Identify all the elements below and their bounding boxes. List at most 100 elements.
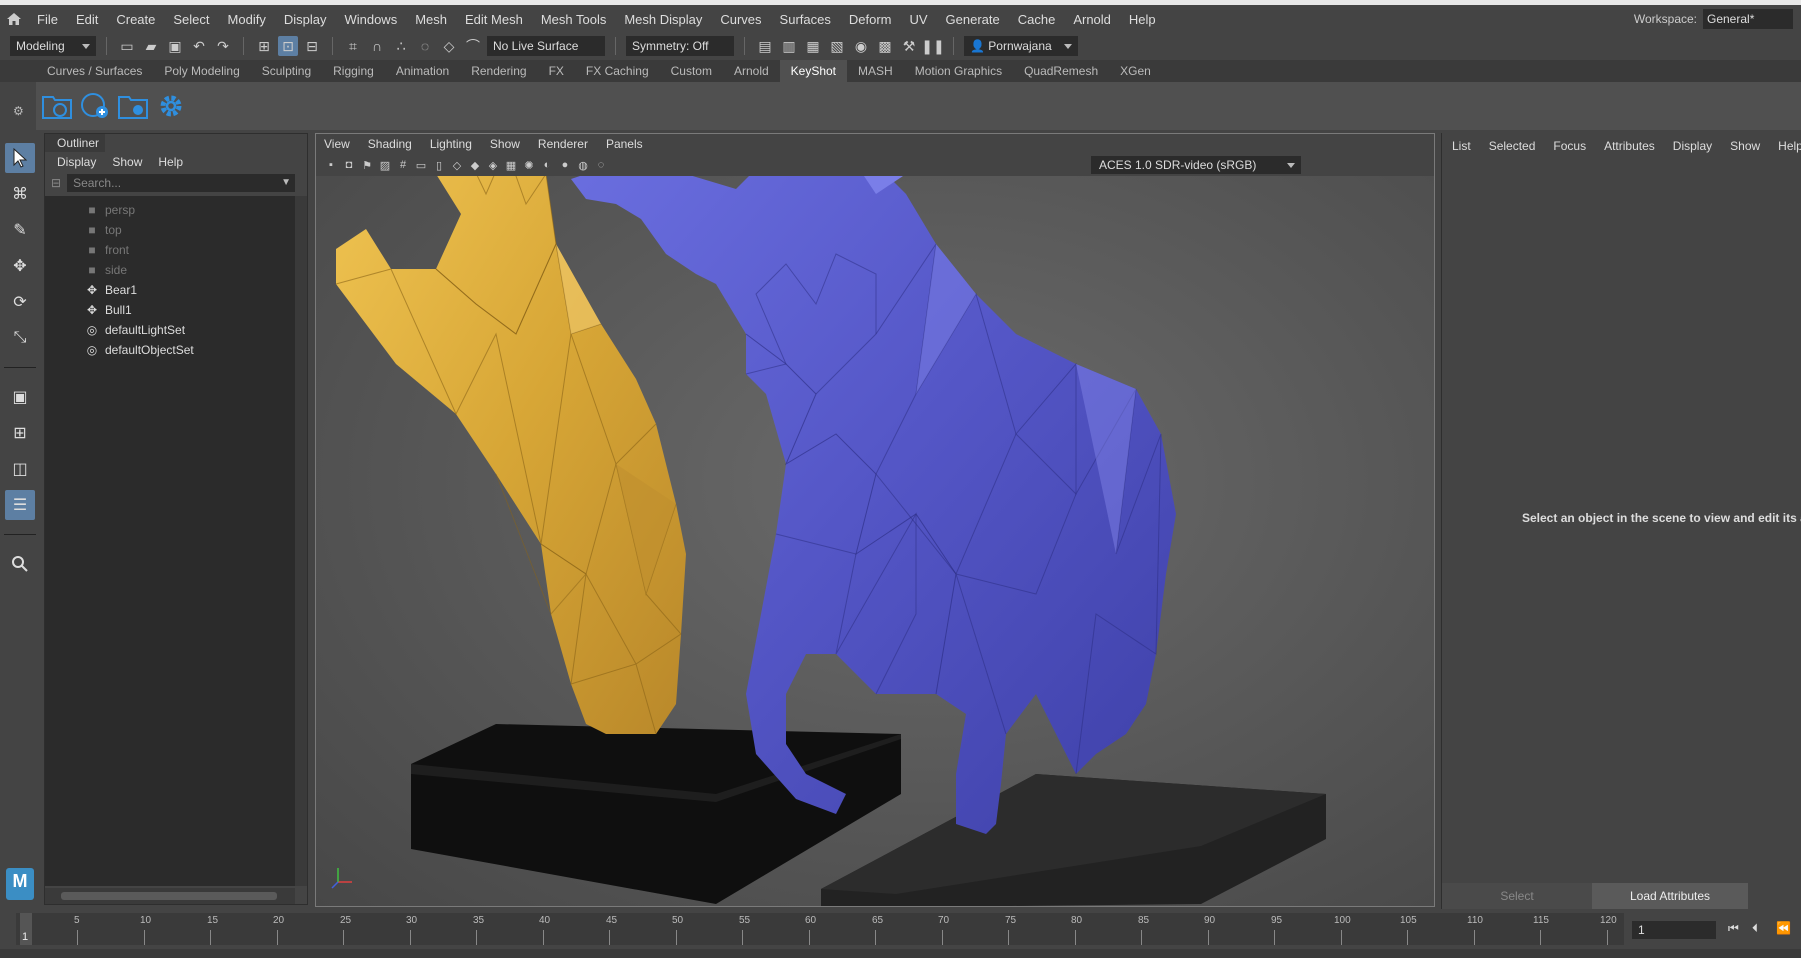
outliner-menu-show[interactable]: Show [112, 155, 142, 169]
menu-uv[interactable]: UV [900, 12, 936, 27]
shelf-tab-curves-surfaces[interactable]: Curves / Surfaces [36, 60, 153, 82]
menu-modify[interactable]: Modify [219, 12, 275, 27]
shelf-tab-custom[interactable]: Custom [660, 60, 723, 82]
new-scene-icon[interactable]: ▭ [117, 36, 137, 56]
image-plane-icon[interactable]: ▨ [378, 158, 392, 172]
single-pane-layout-icon[interactable]: ▣ [5, 382, 35, 412]
hypershade-icon[interactable]: ▩ [875, 36, 895, 56]
shelf-gear-icon[interactable]: ⚙ [13, 104, 24, 118]
menu-file[interactable]: File [28, 12, 67, 27]
viewport-menu-shading[interactable]: Shading [368, 137, 412, 151]
shelf-tab-mash[interactable]: MASH [847, 60, 904, 82]
snap-grid-icon[interactable]: ⌗ [343, 36, 363, 56]
viewport-menu-panels[interactable]: Panels [606, 137, 643, 151]
viewport-panel[interactable]: View Shading Lighting Show Renderer Pane… [315, 133, 1435, 907]
menu-surfaces[interactable]: Surfaces [771, 12, 840, 27]
camera-attributes-icon[interactable]: ◘ [342, 158, 356, 172]
snap-live-icon[interactable]: ⌒ [463, 36, 483, 56]
step-back-frame-icon[interactable]: ⏪ [1776, 921, 1792, 939]
outliner-menu-help[interactable]: Help [158, 155, 183, 169]
four-pane-layout-icon[interactable]: ⊞ [5, 418, 35, 448]
menu-mesh-tools[interactable]: Mesh Tools [532, 12, 616, 27]
menu-help[interactable]: Help [1120, 12, 1165, 27]
snap-point-icon[interactable]: ∴ [391, 36, 411, 56]
load-attributes-button[interactable]: Load Attributes [1592, 883, 1748, 909]
attr-menu-show[interactable]: Show [1730, 139, 1760, 153]
search-icon[interactable] [5, 549, 35, 579]
select-component-icon[interactable]: ⊟ [302, 36, 322, 56]
attr-menu-list[interactable]: List [1452, 139, 1471, 153]
ipr-render-icon[interactable]: ▦ [803, 36, 823, 56]
bookmark-icon[interactable]: ⚑ [360, 158, 374, 172]
outliner-item-defaultlightset[interactable]: ◎ defaultLightSet [45, 320, 295, 340]
shelf-tab-rendering[interactable]: Rendering [460, 60, 537, 82]
menu-display[interactable]: Display [275, 12, 336, 27]
outliner-item-top[interactable]: ■ top [45, 220, 295, 240]
shelf-tab-animation[interactable]: Animation [385, 60, 460, 82]
shelf-tab-quadremesh[interactable]: QuadRemesh [1013, 60, 1109, 82]
viewport-menu-lighting[interactable]: Lighting [430, 137, 472, 151]
scale-tool-icon[interactable]: ⤡ [5, 323, 35, 353]
snap-surface-icon[interactable]: ◇ [439, 36, 459, 56]
select-object-icon[interactable]: ⊡ [278, 36, 298, 56]
menu-cache[interactable]: Cache [1009, 12, 1065, 27]
keyshot-settings-icon[interactable] [154, 89, 188, 123]
save-scene-icon[interactable]: ▣ [165, 36, 185, 56]
ambient-occlusion-icon[interactable]: ● [558, 158, 572, 172]
outliner-item-defaultobjectset[interactable]: ◎ defaultObjectSet [45, 340, 295, 360]
scrollbar-thumb[interactable] [61, 892, 277, 900]
pause-icon[interactable]: ❚❚ [921, 36, 944, 56]
smooth-shade-icon[interactable]: ◆ [468, 158, 482, 172]
snap-view-icon[interactable]: ◌ [415, 36, 435, 56]
anti-alias-icon[interactable]: ◌ [594, 158, 608, 172]
undo-icon[interactable]: ↶ [189, 36, 209, 56]
shelf-tab-poly-modeling[interactable]: Poly Modeling [153, 60, 250, 82]
open-scene-icon[interactable]: ▰ [141, 36, 161, 56]
resolution-gate-icon[interactable]: ▯ [432, 158, 446, 172]
outliner-horizontal-scrollbar[interactable] [45, 888, 295, 904]
menu-arnold[interactable]: Arnold [1064, 12, 1120, 27]
keyshot-render-icon[interactable] [40, 89, 74, 123]
select-button[interactable]: Select [1442, 883, 1592, 909]
shelf-tab-rigging[interactable]: Rigging [322, 60, 385, 82]
keyshot-folder-icon[interactable] [116, 89, 150, 123]
menu-create[interactable]: Create [107, 12, 164, 27]
shelf-tab-sculpting[interactable]: Sculpting [251, 60, 322, 82]
live-surface-field[interactable]: No Live Surface [487, 36, 605, 56]
render-setup-icon[interactable]: ⚒ [899, 36, 919, 56]
shelf-tab-arnold[interactable]: Arnold [723, 60, 780, 82]
shelf-tab-xgen[interactable]: XGen [1109, 60, 1162, 82]
colorspace-dropdown[interactable]: ACES 1.0 SDR-video (sRGB) [1091, 156, 1301, 174]
move-tool-icon[interactable]: ✥ [5, 251, 35, 281]
lasso-tool-icon[interactable]: ⌘ [5, 179, 35, 209]
viewport-menu-renderer[interactable]: Renderer [538, 137, 588, 151]
snap-curve-icon[interactable]: ∩ [367, 36, 387, 56]
textured-icon[interactable]: ▦ [504, 158, 518, 172]
menu-deform[interactable]: Deform [840, 12, 901, 27]
go-to-start-icon[interactable]: ⏮ [1728, 921, 1744, 939]
menu-mesh[interactable]: Mesh [406, 12, 456, 27]
outliner-title-tab[interactable]: Outliner [45, 134, 105, 152]
time-slider-ruler[interactable]: 1 5 10 15 20 25 30 35 40 45 50 55 60 65 … [16, 913, 1624, 945]
outliner-vertical-scrollbar[interactable] [295, 196, 307, 886]
menu-generate[interactable]: Generate [937, 12, 1009, 27]
outliner-item-persp[interactable]: ■ persp [45, 200, 295, 220]
attr-menu-attributes[interactable]: Attributes [1604, 139, 1655, 153]
home-icon[interactable] [0, 5, 28, 33]
motion-blur-icon[interactable]: ◍ [576, 158, 590, 172]
film-gate-icon[interactable]: ▭ [414, 158, 428, 172]
menu-curves[interactable]: Curves [711, 12, 770, 27]
shelf-tab-fx[interactable]: FX [538, 60, 575, 82]
paint-select-tool-icon[interactable]: ✎ [5, 215, 35, 245]
attr-menu-focus[interactable]: Focus [1553, 139, 1586, 153]
render-settings-icon[interactable]: ▧ [827, 36, 847, 56]
arnold-render-icon[interactable]: ◉ [851, 36, 871, 56]
outliner-search-input[interactable]: Search... ▼ [67, 174, 296, 192]
lights-icon[interactable]: ✺ [522, 158, 536, 172]
chevron-down-icon[interactable]: ▼ [281, 174, 291, 192]
symmetry-dropdown[interactable]: Symmetry: Off [626, 36, 734, 56]
menu-mesh-display[interactable]: Mesh Display [615, 12, 711, 27]
wireframe-on-shaded-icon[interactable]: ◈ [486, 158, 500, 172]
attr-menu-help[interactable]: Help [1778, 139, 1801, 153]
user-account-dropdown[interactable]: 👤 Pornwajana Ti... [964, 36, 1078, 73]
